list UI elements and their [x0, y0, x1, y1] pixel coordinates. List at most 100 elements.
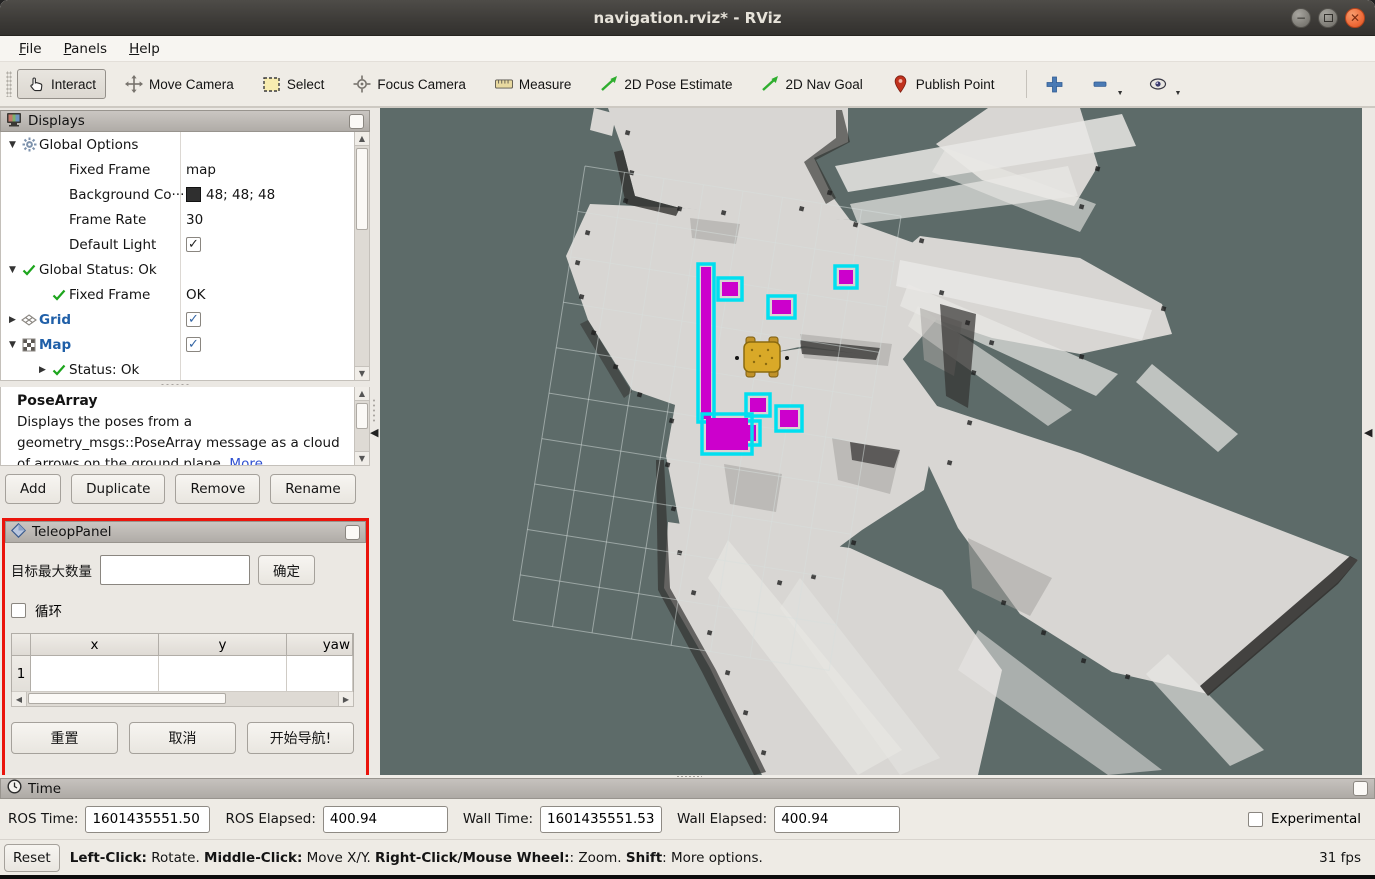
- panel-float-button[interactable]: [345, 525, 360, 540]
- tree-value[interactable]: 30: [180, 207, 369, 232]
- tree-value[interactable]: OK: [180, 282, 369, 307]
- tree-row-grid[interactable]: ▶Grid✓: [1, 307, 369, 332]
- scrollbar-thumb[interactable]: [356, 403, 368, 429]
- cancel-nav-button[interactable]: 取消: [129, 722, 236, 754]
- tree-value[interactable]: 48; 48; 48: [180, 182, 369, 207]
- tree-value[interactable]: ✓: [180, 232, 369, 257]
- description-scrollbar[interactable]: ▲ ▼: [354, 387, 369, 465]
- chevron-down-icon[interactable]: ▼: [1117, 90, 1124, 97]
- waypoint-table[interactable]: xyyaw 1: [11, 633, 354, 692]
- enable-checkbox[interactable]: ✓: [186, 337, 201, 352]
- tool-publish-point[interactable]: Publish Point: [882, 69, 1005, 99]
- tool-interact[interactable]: Interact: [17, 69, 106, 99]
- tree-row-background-co-[interactable]: Background Co···48; 48; 48: [1, 182, 369, 207]
- scroll-down-icon[interactable]: ▼: [355, 366, 369, 380]
- select-icon: [263, 75, 281, 93]
- time-field-label: Wall Time:: [463, 811, 533, 827]
- tool-2d-nav-goal[interactable]: 2D Nav Goal: [751, 69, 872, 99]
- panel-float-button[interactable]: [349, 114, 364, 129]
- row-header[interactable]: 1: [12, 656, 31, 692]
- waypoint-table-hscrollbar[interactable]: ◀ ▶: [11, 692, 354, 707]
- ros-elapsed-input[interactable]: [323, 806, 448, 833]
- tree-row-status-ok[interactable]: ▶Status: Ok: [1, 357, 369, 381]
- scrollbar-thumb[interactable]: [356, 148, 368, 230]
- table-cell[interactable]: [31, 656, 159, 692]
- chevron-down-icon[interactable]: ▼: [6, 265, 19, 275]
- duplicate-button[interactable]: Duplicate: [71, 474, 165, 504]
- time-field-label: Wall Elapsed:: [677, 811, 767, 827]
- wall-elapsed-input[interactable]: [774, 806, 900, 833]
- tree-value[interactable]: map: [180, 157, 369, 182]
- scroll-up-icon[interactable]: ▲: [355, 387, 369, 401]
- zoom-out-button[interactable]: ▼: [1084, 72, 1129, 96]
- tool-measure[interactable]: Measure: [485, 69, 582, 99]
- rename-button[interactable]: Rename: [270, 474, 355, 504]
- loop-checkbox[interactable]: [11, 603, 26, 618]
- ros-time-input[interactable]: [85, 806, 210, 833]
- scroll-right-icon[interactable]: ▶: [338, 692, 353, 706]
- scroll-up-icon[interactable]: ▲: [355, 132, 369, 146]
- menu-file[interactable]: File: [10, 39, 51, 59]
- displays-scrollbar[interactable]: ▲ ▼: [354, 132, 369, 380]
- vertical-splitter[interactable]: ◀: [370, 108, 380, 775]
- collapse-left-icon[interactable]: ◀: [370, 426, 378, 439]
- tool-move-camera[interactable]: Move Camera: [115, 69, 244, 99]
- scroll-left-icon[interactable]: ◀: [12, 692, 27, 706]
- add-button[interactable]: Add: [5, 474, 61, 504]
- chevron-down-icon[interactable]: ▼: [6, 140, 19, 150]
- reset-nav-button[interactable]: 重置: [11, 722, 118, 754]
- table-cell[interactable]: [159, 656, 287, 692]
- tool-focus-camera[interactable]: Focus Camera: [343, 69, 476, 99]
- chevron-down-icon[interactable]: ▼: [6, 340, 19, 350]
- column-header-yaw[interactable]: yaw: [287, 634, 353, 656]
- titlebar[interactable]: navigation.rviz* - RViz − ✕: [0, 0, 1375, 36]
- tree-value[interactable]: ✓: [180, 307, 369, 332]
- collapse-right-icon[interactable]: ◀: [1364, 426, 1372, 439]
- tree-row-global-status-ok[interactable]: ▼Global Status: Ok: [1, 257, 369, 282]
- confirm-button[interactable]: 确定: [258, 555, 315, 585]
- chevron-down-icon[interactable]: ▼: [1175, 90, 1182, 97]
- enable-checkbox[interactable]: ✓: [186, 237, 201, 252]
- color-swatch[interactable]: [186, 187, 201, 202]
- tree-row-map[interactable]: ▼Map✓: [1, 332, 369, 357]
- tool-2d-pose-estimate[interactable]: 2D Pose Estimate: [590, 69, 742, 99]
- 3d-viewport[interactable]: [380, 108, 1362, 775]
- reset-button[interactable]: Reset: [4, 844, 60, 872]
- teleop-panel-header[interactable]: TeleopPanel: [5, 521, 366, 543]
- table-cell[interactable]: [287, 656, 353, 692]
- scrollbar-thumb[interactable]: [28, 693, 226, 704]
- column-header-x[interactable]: x: [31, 634, 159, 656]
- tool-select[interactable]: Select: [253, 69, 335, 99]
- close-button[interactable]: ✕: [1345, 8, 1365, 28]
- wall-time-input[interactable]: [540, 806, 662, 833]
- menu-help[interactable]: Help: [120, 39, 169, 59]
- menu-panels[interactable]: Panels: [55, 39, 116, 59]
- panel-float-button[interactable]: [1353, 781, 1368, 796]
- toolbar-drag-handle[interactable]: [6, 71, 12, 97]
- chevron-right-icon[interactable]: ▶: [6, 315, 19, 325]
- tree-value[interactable]: ✓: [180, 332, 369, 357]
- splitter-handle[interactable]: [0, 775, 1375, 778]
- minimize-button[interactable]: −: [1291, 8, 1311, 28]
- experimental-checkbox[interactable]: [1248, 812, 1263, 827]
- right-splitter[interactable]: ◀: [1362, 108, 1375, 775]
- description-title: PoseArray: [17, 393, 98, 409]
- zoom-in-button[interactable]: [1039, 72, 1071, 96]
- tree-row-fixed-frame[interactable]: Fixed FrameOK: [1, 282, 369, 307]
- map-icon: [19, 338, 39, 352]
- enable-checkbox[interactable]: ✓: [186, 312, 201, 327]
- tree-row-default-light[interactable]: Default Light✓: [1, 232, 369, 257]
- tree-row-frame-rate[interactable]: Frame Rate30: [1, 207, 369, 232]
- maximize-button[interactable]: [1318, 8, 1338, 28]
- view-options-button[interactable]: ▼: [1142, 72, 1187, 96]
- column-header-y[interactable]: y: [159, 634, 287, 656]
- time-panel-header[interactable]: Time: [0, 778, 1375, 799]
- tree-row-global-options[interactable]: ▼Global Options: [1, 132, 369, 157]
- remove-button[interactable]: Remove: [175, 474, 260, 504]
- tree-row-fixed-frame[interactable]: Fixed Framemap: [1, 157, 369, 182]
- chevron-right-icon[interactable]: ▶: [36, 365, 49, 375]
- start-nav-button[interactable]: 开始导航!: [247, 722, 354, 754]
- displays-panel-header[interactable]: Displays: [0, 110, 370, 132]
- scroll-down-icon[interactable]: ▼: [355, 451, 369, 465]
- goal-count-input[interactable]: [100, 555, 250, 585]
